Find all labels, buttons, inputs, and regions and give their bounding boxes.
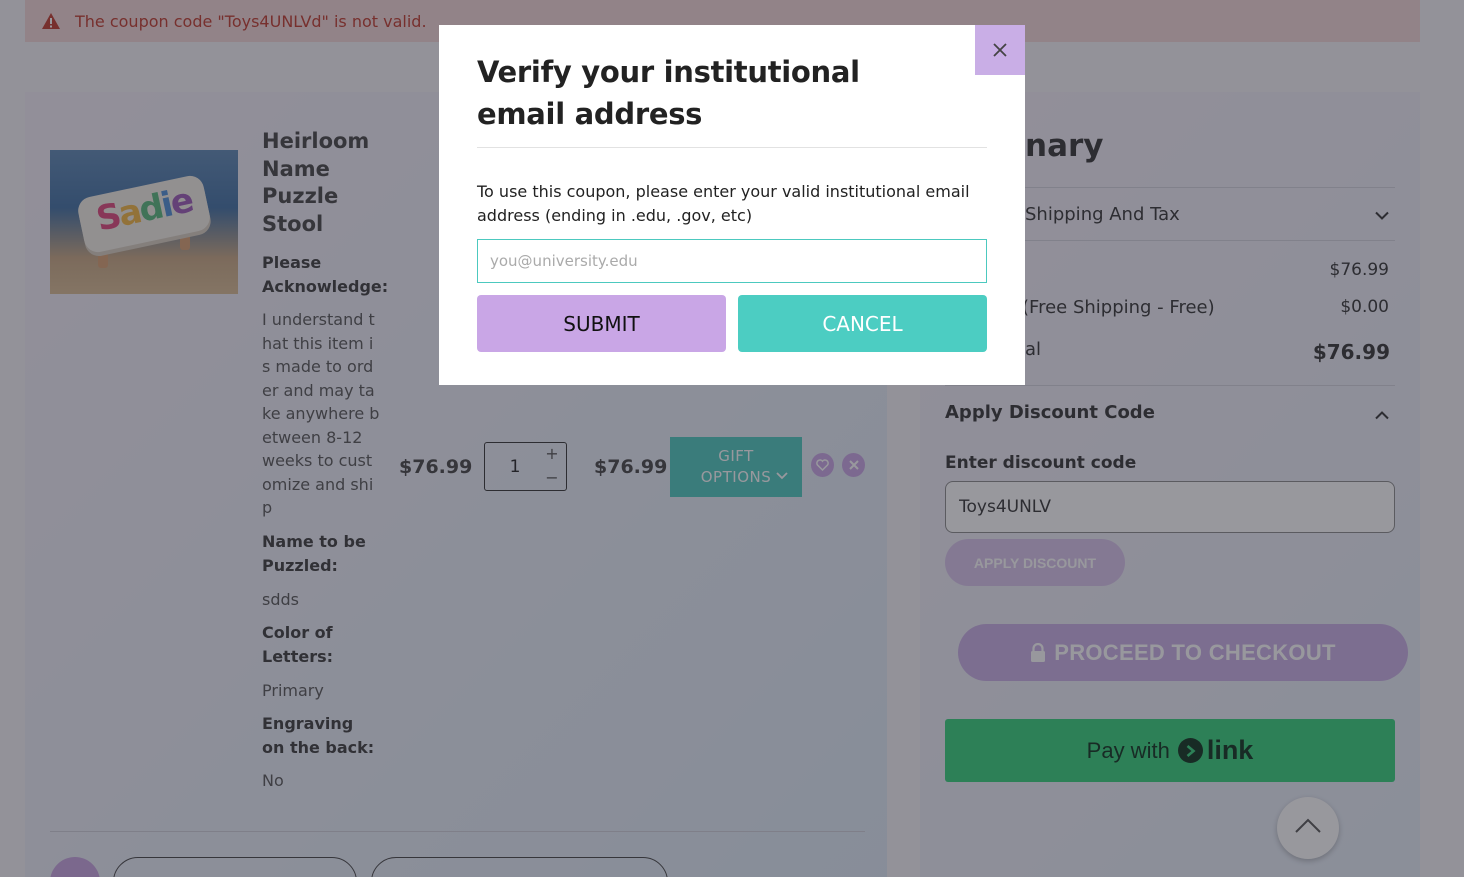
modal-title: Verify your institutional email address bbox=[477, 55, 860, 131]
cancel-button[interactable]: CANCEL bbox=[738, 295, 987, 352]
close-icon[interactable] bbox=[975, 25, 1025, 75]
modal-description: To use this coupon, please enter your va… bbox=[477, 182, 970, 225]
institutional-email-input[interactable] bbox=[477, 239, 987, 283]
modal-divider bbox=[477, 147, 987, 148]
submit-button[interactable]: SUBMIT bbox=[477, 295, 726, 352]
verify-email-modal: Verify your institutional email address … bbox=[439, 25, 1025, 385]
